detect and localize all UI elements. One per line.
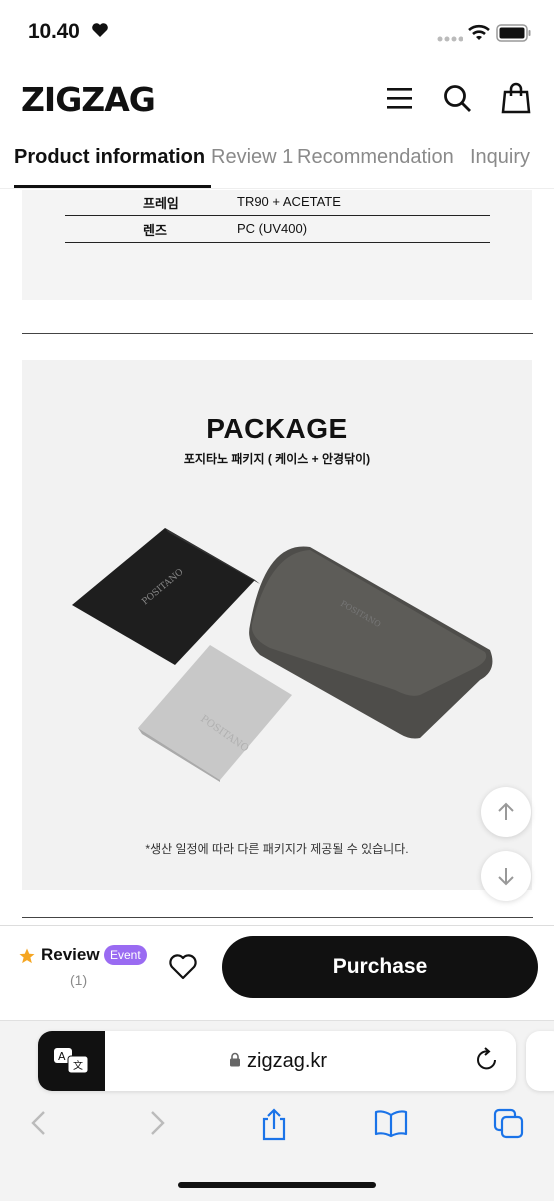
reload-icon[interactable] xyxy=(475,1046,499,1072)
spec-value: TR90 + ACETATE xyxy=(237,194,341,209)
tab-bar: Product information Review 1 Recommendat… xyxy=(0,138,554,189)
package-subtitle: 포지타노 패키지 ( 케이스 + 안경닦이) xyxy=(183,452,371,466)
status-time: 10.40 xyxy=(28,20,80,43)
menu-icon[interactable] xyxy=(384,82,416,114)
wishlist-heart-icon[interactable] xyxy=(168,953,198,981)
package-note: *생산 일정에 따라 다른 패키지가 제공될 수 있습니다. xyxy=(145,842,409,856)
home-indicator xyxy=(178,1182,376,1188)
next-tab-preview[interactable] xyxy=(526,1031,554,1091)
spec-row: 프레임 TR90 + ACETATE xyxy=(65,189,490,216)
scroll-up-button[interactable] xyxy=(481,787,531,837)
tabs-icon[interactable] xyxy=(492,1108,526,1140)
wifi-icon xyxy=(468,24,490,40)
spec-value: PC (UV400) xyxy=(237,221,308,236)
purchase-button[interactable]: Purchase xyxy=(222,936,538,998)
translate-button[interactable]: A 文 xyxy=(38,1031,105,1091)
signal-icon xyxy=(437,36,463,42)
tab-product-information[interactable]: Product information xyxy=(14,146,205,169)
arrow-up-icon xyxy=(498,802,514,820)
lock-icon xyxy=(230,1052,240,1067)
package-illustration: POSITANO POSITANO POSITANO xyxy=(72,528,493,782)
active-tab-indicator xyxy=(14,185,211,188)
svg-text:A: A xyxy=(58,1050,66,1063)
back-icon[interactable] xyxy=(28,1108,50,1138)
forward-icon[interactable] xyxy=(146,1108,168,1138)
section-divider xyxy=(22,333,533,334)
tab-review[interactable]: Review 1 xyxy=(211,146,293,169)
event-badge: Event xyxy=(104,945,147,965)
tab-inquiry[interactable]: Inquiry xyxy=(470,146,530,169)
review-count: (1) xyxy=(70,972,88,988)
package-title: PACKAGE xyxy=(206,413,348,444)
star-icon xyxy=(19,948,35,964)
translate-icon: A 文 xyxy=(54,1048,89,1074)
search-icon[interactable] xyxy=(441,82,473,114)
tab-recommendation[interactable]: Recommendation xyxy=(297,146,454,169)
review-label[interactable]: Review xyxy=(41,945,100,965)
section-divider xyxy=(22,917,533,918)
scroll-down-button[interactable] xyxy=(481,851,531,901)
share-icon[interactable] xyxy=(259,1108,289,1142)
bookmarks-icon[interactable] xyxy=(373,1108,409,1138)
svg-text:文: 文 xyxy=(73,1059,83,1072)
arrow-down-icon xyxy=(498,868,514,886)
url-text[interactable]: zigzag.kr xyxy=(247,1050,327,1073)
heart-icon xyxy=(92,23,108,37)
zigzag-logo[interactable]: ZIGZAG xyxy=(21,80,156,119)
spec-key: 프레임 xyxy=(143,196,179,211)
bag-icon[interactable] xyxy=(500,82,532,114)
spec-row: 렌즈 PC (UV400) xyxy=(65,216,490,243)
battery-icon xyxy=(496,24,531,42)
spec-key: 렌즈 xyxy=(143,223,167,238)
